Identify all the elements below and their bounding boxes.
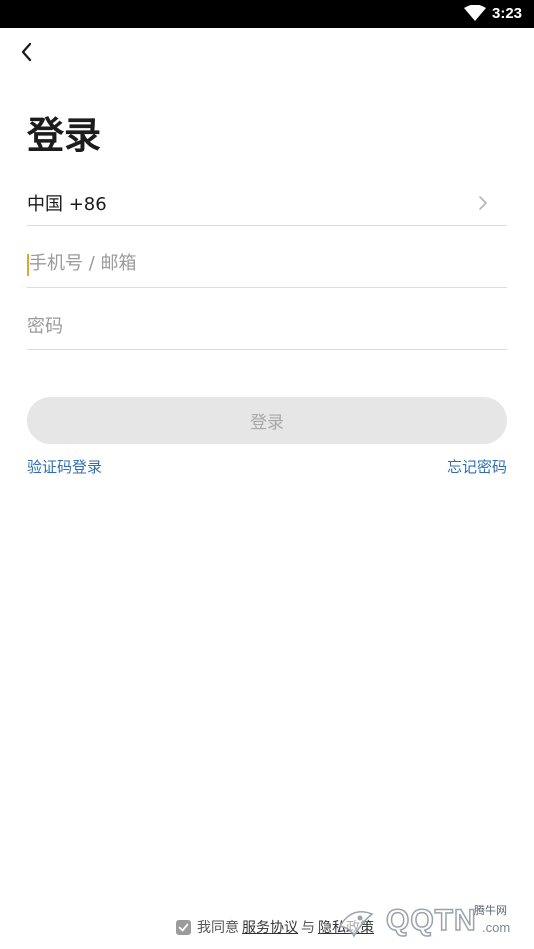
country-code-selector[interactable]: 中国 +86 [27,180,507,226]
password-input[interactable] [27,304,507,349]
country-code-label: 中国 +86 [27,193,107,215]
status-bar: 3:23 [0,0,534,28]
password-field [27,304,507,350]
watermark-suffix: .com [482,920,511,935]
watermark-text: QQTN [385,903,477,938]
agreement-prefix: 我同意 [197,920,239,936]
chevron-right-icon [479,195,487,210]
agreement-checkbox[interactable] [176,919,191,935]
privacy-link[interactable]: 隐私政策 [318,917,374,937]
agreement-row: 我同意 服务协议 与 隐私政策 [176,917,377,937]
chevron-left-icon [21,42,32,62]
phone-email-input[interactable] [27,240,507,287]
phone-email-field [27,240,507,288]
check-icon [178,923,189,931]
text-cursor [27,254,29,276]
forgot-password-link[interactable]: 忘记密码 [447,456,507,477]
agreement-and: 与 [301,920,315,936]
login-button[interactable]: 登录 [27,397,507,444]
page-title: 登录 [27,114,101,157]
back-button[interactable] [12,38,40,66]
terms-link[interactable]: 服务协议 [242,917,298,937]
wifi-icon [464,5,486,21]
sms-login-link[interactable]: 验证码登录 [27,456,102,477]
status-time: 3:23 [492,5,523,22]
watermark-cn: 腾牛网 [474,904,507,917]
